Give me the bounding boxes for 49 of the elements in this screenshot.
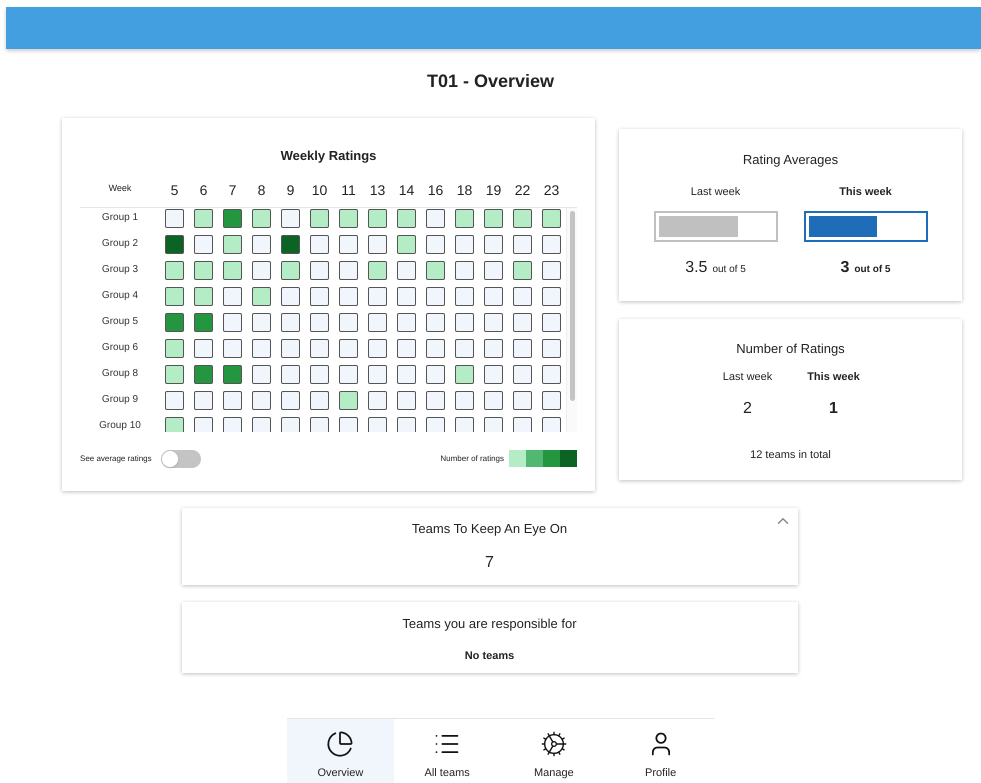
- group-label: Group 6: [100, 342, 140, 354]
- week-number: 9: [286, 180, 296, 200]
- group-label: Group 9: [100, 394, 140, 406]
- column-label: Last week: [690, 184, 740, 200]
- group-label: Group 5: [100, 316, 140, 328]
- pie-chart-icon: [326, 730, 354, 758]
- group-label: Group 4: [100, 290, 140, 302]
- week-number: 11: [340, 180, 357, 200]
- rating-count: 1: [829, 399, 838, 419]
- team-count: 7: [485, 552, 494, 572]
- card-title: Rating Averages: [742, 151, 838, 169]
- gear-icon: [540, 730, 568, 758]
- card-title: Number of Ratings: [736, 340, 845, 358]
- group-label: Group 10: [98, 420, 142, 432]
- week-number: 23: [542, 180, 560, 200]
- week-number: 10: [310, 180, 328, 200]
- page-title: T01 - Overview: [426, 70, 554, 93]
- week-number: 7: [228, 180, 238, 200]
- week-number: 18: [456, 180, 474, 200]
- column-label: This week: [807, 370, 860, 384]
- group-label: Group 2: [100, 238, 140, 250]
- column-label: This week: [839, 184, 892, 200]
- week-number: 19: [484, 180, 502, 200]
- week-label: Week: [108, 182, 132, 195]
- nav-tab[interactable]: Overview: [287, 719, 394, 783]
- rating-scale: out of 5: [854, 263, 890, 277]
- rating-count: 2: [743, 399, 752, 419]
- week-number: 8: [256, 180, 266, 200]
- legend-label: Number of ratings: [440, 452, 504, 464]
- column-label: Last week: [722, 370, 772, 384]
- week-number: 13: [368, 180, 386, 200]
- teams-total: 12 teams in total: [750, 448, 831, 463]
- card-title: Teams you are responsible for: [402, 615, 577, 633]
- week-number: 5: [170, 180, 180, 200]
- card-title: Weekly Ratings: [280, 147, 376, 165]
- rating-value: 3.5: [685, 258, 708, 278]
- empty-message: No teams: [464, 648, 514, 664]
- rating-value: 3: [840, 258, 850, 278]
- week-number: 22: [514, 180, 532, 200]
- card-title: Teams To Keep An Eye On: [412, 520, 568, 538]
- week-number: 16: [426, 180, 444, 200]
- week-number: 6: [198, 180, 208, 200]
- rating-scale: out of 5: [712, 263, 746, 277]
- group-label: Group 8: [100, 368, 140, 380]
- group-label: Group 3: [100, 264, 140, 276]
- group-label: Group 1: [100, 212, 140, 224]
- toggle-label: See average ratings: [80, 452, 152, 464]
- toggle-switch[interactable]: [160, 450, 201, 468]
- week-number: 14: [398, 180, 416, 200]
